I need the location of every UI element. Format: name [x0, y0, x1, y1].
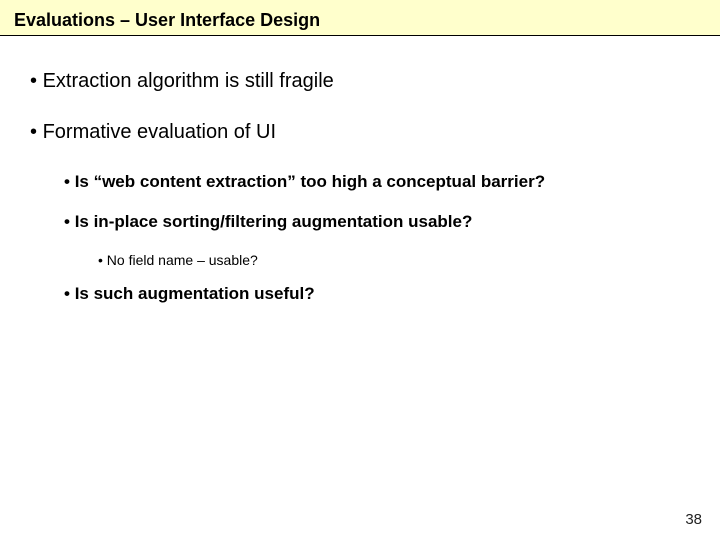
bullet-level2: Is in-place sorting/filtering augmentati…	[64, 212, 720, 232]
bullet-level3: No field name – usable?	[98, 252, 720, 268]
bullet-level2: Is such augmentation useful?	[64, 284, 720, 304]
slide-title: Evaluations – User Interface Design	[0, 0, 720, 36]
slide-body: Extraction algorithm is still fragile Fo…	[0, 36, 720, 304]
bullet-level2: Is “web content extraction” too high a c…	[64, 172, 720, 192]
bullet-level1: Extraction algorithm is still fragile	[30, 70, 720, 93]
page-number: 38	[685, 511, 702, 528]
bullet-level1: Formative evaluation of UI	[30, 121, 720, 144]
